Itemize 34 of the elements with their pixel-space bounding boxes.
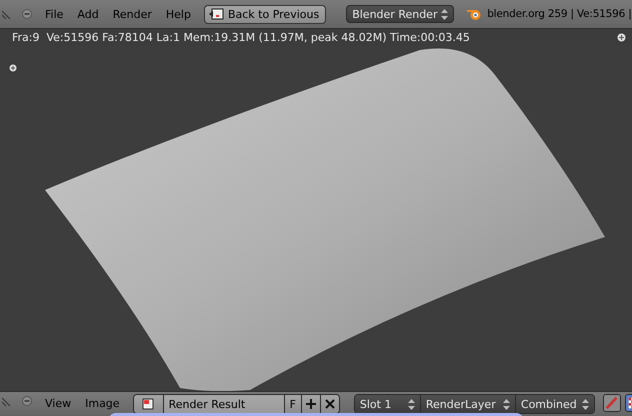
- render-layer-dropdown[interactable]: RenderLayer: [420, 395, 516, 413]
- paint-brush-icon[interactable]: [602, 394, 621, 412]
- screen-back-icon: [208, 8, 224, 20]
- menu-item[interactable]: Help: [158, 8, 198, 20]
- corner-grip-icon[interactable]: [2, 9, 12, 19]
- close-icon: [324, 398, 336, 410]
- render-engine-dropdown[interactable]: Blender Render: [346, 5, 454, 23]
- menu-item[interactable]: View: [38, 394, 78, 410]
- plus-icon: [304, 398, 317, 410]
- collapse-icon[interactable]: [22, 396, 32, 406]
- blender-logo-icon: [466, 7, 482, 21]
- plus-icon[interactable]: [617, 33, 626, 42]
- updown-arrows-icon: [502, 398, 510, 410]
- updown-arrows-icon: [408, 398, 415, 410]
- menu-item[interactable]: Render: [106, 8, 159, 20]
- new-image-button[interactable]: [302, 395, 321, 413]
- scene-statistics: blender.org 259 | Ve:51596 |: [487, 8, 632, 20]
- fake-user-button[interactable]: F: [284, 395, 302, 413]
- menu-item[interactable]: Image: [78, 394, 127, 410]
- render-pass-dropdown[interactable]: Combined: [516, 395, 594, 413]
- plus-icon[interactable]: [10, 64, 16, 72]
- updown-arrows-icon: [441, 8, 448, 20]
- slot-dropdown[interactable]: Slot 1: [354, 395, 421, 413]
- collapse-icon[interactable]: [22, 9, 32, 19]
- image-icon: [142, 398, 154, 410]
- image-browse-button[interactable]: [134, 395, 164, 413]
- unlink-button[interactable]: [320, 395, 339, 413]
- render-info-text: Fra:9 Ve:51596 Fa:78104 La:1 Mem:19.31M (11.97M, peak 48.02M) Time:00:03.45: [12, 31, 470, 44]
- corner-grip-icon[interactable]: [2, 396, 12, 406]
- menu-item[interactable]: File: [38, 8, 70, 20]
- menu-item[interactable]: Add: [70, 8, 106, 20]
- back-to-previous-button[interactable]: Back to Previous: [204, 4, 326, 24]
- image-name-field[interactable]: Render Result: [164, 395, 285, 413]
- updown-arrows-icon: [582, 398, 589, 410]
